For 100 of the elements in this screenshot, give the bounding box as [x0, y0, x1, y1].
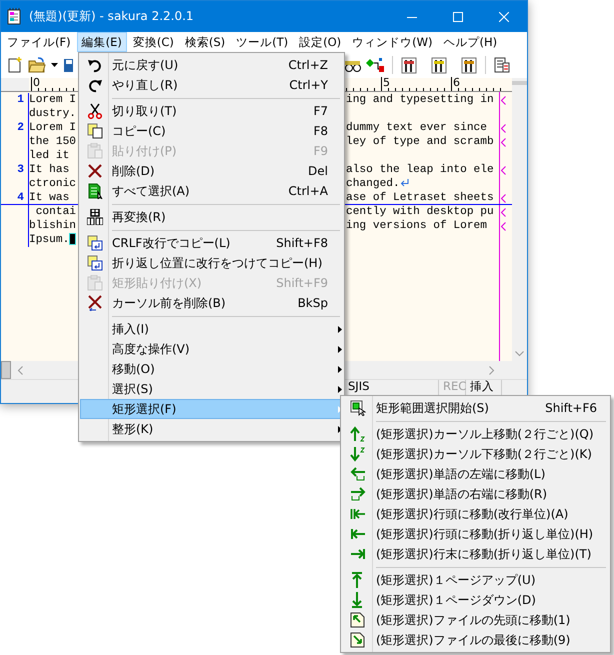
submenu-arrow-icon: [338, 326, 342, 332]
menu-item[interactable]: やり直し(R) Ctrl+Y: [80, 75, 343, 95]
redo-icon: [87, 77, 103, 93]
menu-item[interactable]: (矩形選択)行末に移動(折り返し単位)(T): [342, 544, 609, 564]
close-icon: [499, 12, 509, 22]
scroll-down-icon[interactable]: [515, 351, 524, 357]
menu[interactable]: 編集(E): [76, 32, 127, 52]
new-file-icon: [7, 57, 23, 73]
notepad-icon: [7, 8, 21, 25]
tool-icon: [431, 56, 447, 74]
menu-item[interactable]: 切り取り(T) F7: [80, 101, 343, 121]
down-arrow-icon: [350, 446, 366, 462]
menu-item[interactable]: 折り返し位置に改行をつけてコピー(H): [80, 253, 343, 273]
shortcut-text: Del: [308, 164, 328, 178]
text-line: dummy text ever since: [346, 122, 487, 134]
tool-icon: [401, 56, 417, 74]
menu-item[interactable]: 矩形選択(F): [80, 399, 343, 419]
shortcut-text: Shift+F6: [545, 401, 597, 415]
menu-item[interactable]: (矩形選択)１ページアップ(U): [342, 570, 609, 590]
text-line: the 150: [29, 136, 76, 148]
menu-item[interactable]: (矩形選択)行頭に移動(改行単位)(A): [342, 504, 609, 524]
submenu-arrow-icon: [338, 366, 342, 372]
menu[interactable]: 設定(O): [294, 32, 346, 52]
line-number: 3: [1, 163, 29, 177]
wrap-mark-icon: [501, 166, 506, 174]
text-line: Lorem I: [29, 94, 76, 106]
menu[interactable]: 検索(S): [180, 32, 230, 52]
ruler-number: 6: [451, 77, 460, 90]
left-arrow-icon: [350, 466, 366, 482]
menu-item[interactable]: (矩形選択)単語の右端に移動(R): [342, 484, 609, 504]
connector-icon: [366, 57, 384, 73]
text-line: cently with desktop pu: [346, 206, 494, 218]
ruler-number: 0: [31, 77, 40, 90]
scroll-right-icon[interactable]: [489, 366, 495, 374]
text-line: ing and typesetting in: [346, 94, 494, 106]
text-line: Lorem I: [29, 122, 76, 134]
text-line: also the leap into ele: [346, 164, 494, 176]
folder-icon: [28, 57, 46, 73]
line-start-icon: [350, 526, 366, 542]
menu-item[interactable]: 挿入(I): [80, 319, 343, 339]
menu-item[interactable]: (矩形選択)ファイルの先頭に移動(1): [342, 610, 609, 630]
menu-item[interactable]: 高度な操作(V): [80, 339, 343, 359]
document-arrow-icon: [350, 632, 366, 648]
select-all-icon: [87, 183, 103, 199]
text-line: dustry.: [29, 108, 76, 120]
copy-icon: [87, 123, 103, 139]
menu-item[interactable]: 再変換(R): [80, 207, 343, 227]
wrap-mark-icon: [501, 96, 506, 104]
menu[interactable]: ファイル(F): [2, 32, 76, 52]
shortcut-text: F8: [313, 124, 328, 138]
shortcut-text: F7: [313, 104, 328, 118]
scroll-thumb[interactable]: [512, 81, 527, 85]
line-end-icon: [350, 546, 366, 562]
ruler-number: 5: [381, 77, 390, 90]
scroll-thumb[interactable]: [1, 361, 11, 379]
cross-arrow-icon: [87, 295, 103, 311]
menu[interactable]: ヘルプ(H): [438, 32, 502, 52]
window-title: (無題)(更新) - sakura 2.2.0.1: [29, 8, 194, 25]
right-arrow-icon: [350, 486, 366, 502]
menu-item[interactable]: (矩形選択)１ページダウン(D): [342, 590, 609, 610]
character-grid-icon: [87, 209, 103, 225]
scissors-icon: [87, 103, 103, 119]
line-number: 1: [1, 93, 29, 107]
text-line: It was: [29, 192, 70, 204]
menu-item[interactable]: 削除(D) Del: [80, 161, 343, 181]
menu-item[interactable]: 選択(S): [80, 379, 343, 399]
menu-item[interactable]: すべて選択(A) Ctrl+A: [80, 181, 343, 201]
scroll-left-icon[interactable]: [17, 366, 23, 374]
menu-item[interactable]: (矩形選択)単語の左端に移動(L): [342, 464, 609, 484]
menu[interactable]: ツール(T): [231, 32, 294, 52]
up-arrow-icon: [350, 426, 366, 442]
document-return-icon: [87, 255, 103, 271]
menu-item[interactable]: (矩形選択)カーソル上移動(２行ごと)(Q): [342, 424, 609, 444]
text-line: ing versions of Lorem: [346, 220, 487, 232]
text-line: ctronic: [29, 178, 76, 190]
menu-item[interactable]: コピー(C) F8: [80, 121, 343, 141]
document-arrow-icon: [350, 612, 366, 628]
undo-icon: [87, 57, 103, 73]
clipboard-icon: [87, 275, 103, 291]
menu-item[interactable]: (矩形選択)行頭に移動(折り返し単位)(H): [342, 524, 609, 544]
text-line: It has: [29, 164, 70, 176]
menu-item[interactable]: CRLF改行でコピー(L) Shift+F8: [80, 233, 343, 253]
menu-item[interactable]: (矩形選択)ファイルの最後に移動(9): [342, 630, 609, 650]
text-line: led it: [29, 150, 70, 162]
caret-icon: [51, 63, 58, 67]
clipboard-icon: [87, 143, 103, 159]
text-line: ley of type and scramb: [346, 136, 494, 148]
delete-icon: [87, 163, 103, 179]
list-icon: [494, 57, 510, 73]
shortcut-text: F9: [313, 144, 328, 158]
menu-item[interactable]: カーソル前を削除(B) BkSp: [80, 293, 343, 313]
line-number: 4: [1, 191, 29, 205]
menu[interactable]: ウィンドウ(W): [347, 32, 438, 52]
save-icon: [63, 57, 73, 73]
text-line: changed.: [346, 178, 400, 190]
submenu-arrow-icon: [338, 346, 342, 352]
shortcut-text: Shift+F9: [276, 276, 328, 290]
shortcut-text: Ctrl+Y: [289, 78, 328, 92]
menu[interactable]: 変換(C): [128, 32, 179, 52]
menu-item[interactable]: (矩形選択)カーソル下移動(２行ごと)(K): [342, 444, 609, 464]
